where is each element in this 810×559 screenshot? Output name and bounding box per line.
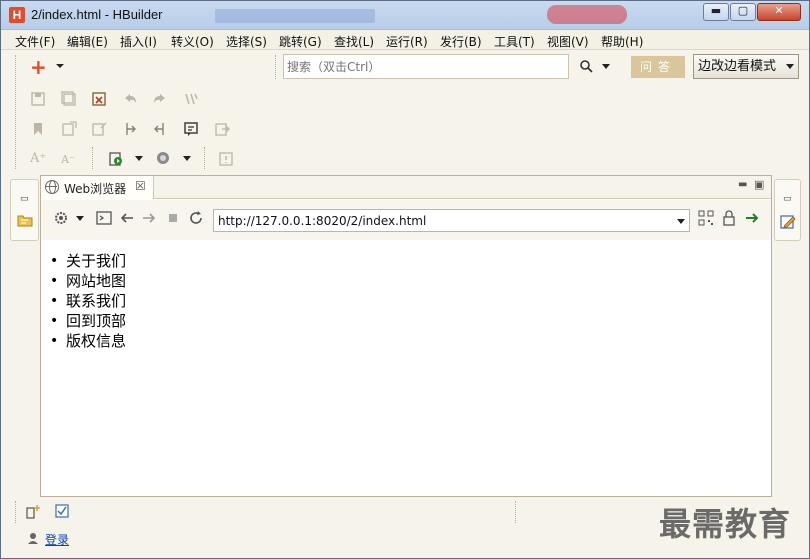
toolbar-grip <box>15 55 16 169</box>
qr-code-icon[interactable] <box>698 210 714 226</box>
edit-note-icon[interactable] <box>780 214 796 230</box>
menu-select[interactable]: 选择(S) <box>226 33 267 50</box>
view-maximize-icon[interactable]: ▣ <box>754 178 764 191</box>
right-side-panel: ▭ <box>774 179 801 241</box>
app-window: H 2/index.html - HBuilder ▬ ▢ ✕ 文件(F) 编辑… <box>0 0 810 559</box>
save-icon[interactable] <box>30 91 46 107</box>
chevron-down-icon[interactable] <box>75 215 85 223</box>
info-icon[interactable] <box>218 151 234 167</box>
ask-answer-button[interactable]: 问答 <box>631 56 685 78</box>
menu-tools[interactable]: 工具(T) <box>494 33 535 50</box>
chevron-down-icon <box>786 64 794 69</box>
collapse-icon[interactable] <box>61 121 77 137</box>
toolbar-grip <box>15 501 16 523</box>
split-right-icon[interactable] <box>152 121 168 137</box>
settings-gear-icon[interactable] <box>53 210 69 226</box>
menu-help[interactable]: 帮助(H) <box>601 33 643 50</box>
export-icon[interactable] <box>214 121 230 137</box>
view-tab-bar: Web浏览器 ☒ ▬ ▣ <box>41 176 771 199</box>
search-icon[interactable] <box>579 59 593 73</box>
console-icon[interactable] <box>96 210 112 226</box>
lock-icon[interactable] <box>721 210 737 226</box>
close-button[interactable]: ✕ <box>757 3 801 21</box>
title-bar: H 2/index.html - HBuilder ▬ ▢ ✕ <box>1 1 809 30</box>
comment-icon[interactable] <box>183 121 199 137</box>
search-field[interactable] <box>283 54 569 79</box>
list-item: 网站地图 <box>50 271 126 291</box>
menu-view[interactable]: 视图(V) <box>547 33 589 50</box>
chevron-down-icon[interactable] <box>677 219 685 224</box>
watermark-logo: 最需教育 <box>659 505 792 543</box>
menu-edit[interactable]: 编辑(E) <box>67 33 108 50</box>
bookmark-icon[interactable] <box>30 121 46 137</box>
back-arrow-icon[interactable] <box>119 210 135 226</box>
save-as-icon[interactable] <box>91 91 107 107</box>
list-item: 联系我们 <box>50 291 126 311</box>
stop-icon[interactable] <box>165 210 181 226</box>
font-decrease-icon[interactable]: A⁻ <box>60 152 76 168</box>
user-icon <box>28 533 38 544</box>
menu-escape[interactable]: 转义(O) <box>171 33 214 50</box>
background-pill-ghost <box>547 5 627 24</box>
menu-find[interactable]: 查找(L) <box>334 33 374 50</box>
globe-icon <box>45 180 59 194</box>
tab-label: Web浏览器 <box>64 182 127 196</box>
url-field[interactable] <box>213 209 690 232</box>
project-folder-icon[interactable] <box>17 212 33 228</box>
checklist-icon[interactable] <box>54 503 70 519</box>
menu-goto[interactable]: 跳转(G) <box>279 33 322 50</box>
chevron-down-icon[interactable] <box>601 63 611 71</box>
minimize-button[interactable]: ▬ <box>703 3 729 21</box>
page-nav-list: 关于我们 网站地图 联系我们 回到顶部 版权信息 <box>50 251 126 351</box>
preview-mode-select[interactable]: 边改边看模式 <box>693 54 799 79</box>
menu-bar: 文件(F) 编辑(E) 插入(I) 转义(O) 选择(S) 跳转(G) 查找(L… <box>1 30 809 50</box>
toolbar-grip <box>515 501 516 523</box>
window-title: 2/index.html - HBuilder <box>31 7 163 22</box>
menu-publish[interactable]: 发行(B) <box>440 33 482 50</box>
web-browser-view: Web浏览器 ☒ ▬ ▣ 关于我们 网站地图 联系我们 <box>40 175 772 497</box>
menu-file[interactable]: 文件(F) <box>15 33 55 50</box>
menu-run[interactable]: 运行(R) <box>386 33 428 50</box>
list-item: 版权信息 <box>50 331 126 351</box>
hbuilder-logo-icon: H <box>9 7 25 23</box>
expand-icon[interactable] <box>91 121 107 137</box>
tab-web-browser[interactable]: Web浏览器 ☒ <box>41 176 154 199</box>
chevron-down-icon[interactable] <box>182 155 192 163</box>
refresh-icon[interactable] <box>188 210 204 226</box>
preview-mode-label: 边改边看模式 <box>698 59 777 74</box>
run-browser-icon[interactable] <box>108 151 124 167</box>
left-side-panel: ▭ <box>10 179 39 241</box>
background-window-ghost <box>215 9 375 23</box>
view-minimize-icon[interactable]: ▬ <box>738 179 747 190</box>
menu-insert[interactable]: 插入(I) <box>120 33 157 50</box>
toolbar-grip <box>204 147 205 169</box>
toolbar-grip <box>92 147 93 169</box>
list-item: 关于我们 <box>50 251 126 271</box>
new-item-icon[interactable] <box>25 504 41 520</box>
format-icon[interactable] <box>183 91 199 107</box>
tab-close-icon[interactable]: ☒ <box>135 179 146 193</box>
redo-icon[interactable] <box>152 91 168 107</box>
list-item: 回到顶部 <box>50 311 126 331</box>
split-left-icon[interactable] <box>122 121 138 137</box>
restore-icon[interactable]: ▭ <box>20 194 29 204</box>
chevron-down-icon[interactable] <box>134 155 144 163</box>
url-input[interactable] <box>214 210 689 231</box>
font-increase-icon[interactable]: A⁺ <box>30 151 46 167</box>
toolbar-grip <box>275 55 276 79</box>
search-input[interactable] <box>284 55 568 78</box>
restore-icon[interactable]: ▭ <box>783 194 792 204</box>
maximize-button[interactable]: ▢ <box>730 3 756 21</box>
forward-arrow-icon[interactable] <box>141 210 157 226</box>
new-file-icon[interactable]: + <box>30 57 47 77</box>
address-bar <box>41 200 771 240</box>
login-link[interactable]: 登录 <box>45 531 69 548</box>
device-icon[interactable] <box>155 150 171 166</box>
chevron-down-icon[interactable] <box>55 61 65 71</box>
undo-icon[interactable] <box>122 91 138 107</box>
save-all-icon[interactable] <box>61 91 77 107</box>
go-arrow-icon[interactable] <box>744 210 760 226</box>
